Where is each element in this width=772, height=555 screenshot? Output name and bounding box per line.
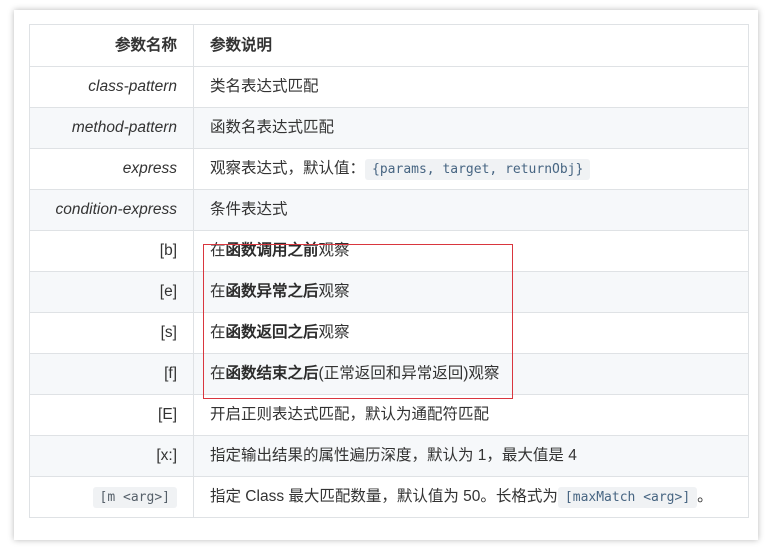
param-desc: 类名表达式匹配 — [193, 66, 749, 108]
default-value-code: {params, target, returnObj} — [365, 158, 591, 180]
param-desc-pre: 在 — [210, 365, 226, 382]
param-desc-suffix: 。 — [697, 487, 713, 505]
param-desc-post: 观察 — [318, 324, 350, 341]
param-desc-post: 观察 — [318, 283, 350, 300]
table-frame: 参数名称 参数说明 class-pattern 类名表达式匹配 method-p… — [14, 10, 758, 540]
param-desc-post: 观察 — [318, 242, 350, 259]
param-desc-bold: 函数调用之前 — [225, 242, 319, 259]
table-row: class-pattern 类名表达式匹配 — [29, 66, 749, 108]
param-desc-pre: 在 — [210, 242, 226, 259]
param-name: [E] — [29, 394, 194, 436]
table-row: [x:] 指定输出结果的属性遍历深度，默认为 1，最大值是 4 — [29, 435, 749, 477]
param-name: condition-express — [29, 189, 194, 231]
param-desc: 在函数结束之后(正常返回和异常返回)观察 — [193, 353, 749, 395]
param-name: [s] — [29, 312, 194, 354]
param-desc-bold: 函数异常之后 — [225, 283, 319, 300]
param-name: method-pattern — [29, 107, 194, 149]
table-row: [m <arg>] 指定 Class 最大匹配数量，默认值为 50。长格式为 [m… — [29, 476, 749, 518]
param-name: express — [29, 148, 194, 190]
param-desc: 在函数异常之后观察 — [193, 271, 749, 313]
param-desc-pre: 在 — [210, 324, 226, 341]
table-row: [E] 开启正则表达式匹配，默认为通配符匹配 — [29, 394, 749, 436]
table-row: method-pattern 函数名表达式匹配 — [29, 107, 749, 149]
table-row: condition-express 条件表达式 — [29, 189, 749, 231]
param-name-code: [m <arg>] — [92, 486, 177, 508]
table-row: [f] 在函数结束之后(正常返回和异常返回)观察 — [29, 353, 749, 395]
long-format-code: [maxMatch <arg>] — [557, 486, 698, 508]
param-desc: 条件表达式 — [193, 189, 749, 231]
param-desc: 指定输出结果的属性遍历深度，默认为 1，最大值是 4 — [193, 435, 749, 477]
param-desc: 在函数调用之前观察 — [193, 230, 749, 272]
table-row: express 观察表达式，默认值： {params, target, retur… — [29, 148, 749, 190]
param-name: class-pattern — [29, 66, 194, 108]
header-param-name: 参数名称 — [29, 24, 194, 67]
param-name: [m <arg>] — [29, 476, 194, 518]
param-desc-pre: 在 — [210, 283, 226, 300]
header-param-desc: 参数说明 — [193, 24, 749, 67]
param-desc-post: (正常返回和异常返回)观察 — [318, 365, 500, 382]
param-name: [f] — [29, 353, 194, 395]
table-row: [b] 在函数调用之前观察 — [29, 230, 749, 272]
param-desc-bold: 函数返回之后 — [225, 324, 319, 341]
param-name: [b] — [29, 230, 194, 272]
param-desc: 开启正则表达式匹配，默认为通配符匹配 — [193, 394, 749, 436]
param-name: [e] — [29, 271, 194, 313]
param-desc-text: 指定 Class 最大匹配数量，默认值为 50。长格式为 — [210, 487, 558, 505]
parameter-table: 参数名称 参数说明 class-pattern 类名表达式匹配 method-p… — [29, 24, 749, 518]
table-header-row: 参数名称 参数说明 — [29, 24, 749, 67]
param-name: [x:] — [29, 435, 194, 477]
table-row: [s] 在函数返回之后观察 — [29, 312, 749, 354]
param-desc: 指定 Class 最大匹配数量，默认值为 50。长格式为 [maxMatch <a… — [193, 476, 749, 518]
table-row: [e] 在函数异常之后观察 — [29, 271, 749, 313]
param-desc: 函数名表达式匹配 — [193, 107, 749, 149]
param-desc-text: 观察表达式，默认值： — [210, 159, 366, 177]
param-desc: 在函数返回之后观察 — [193, 312, 749, 354]
param-desc: 观察表达式，默认值： {params, target, returnObj} — [193, 148, 749, 190]
param-desc-bold: 函数结束之后 — [225, 365, 319, 382]
